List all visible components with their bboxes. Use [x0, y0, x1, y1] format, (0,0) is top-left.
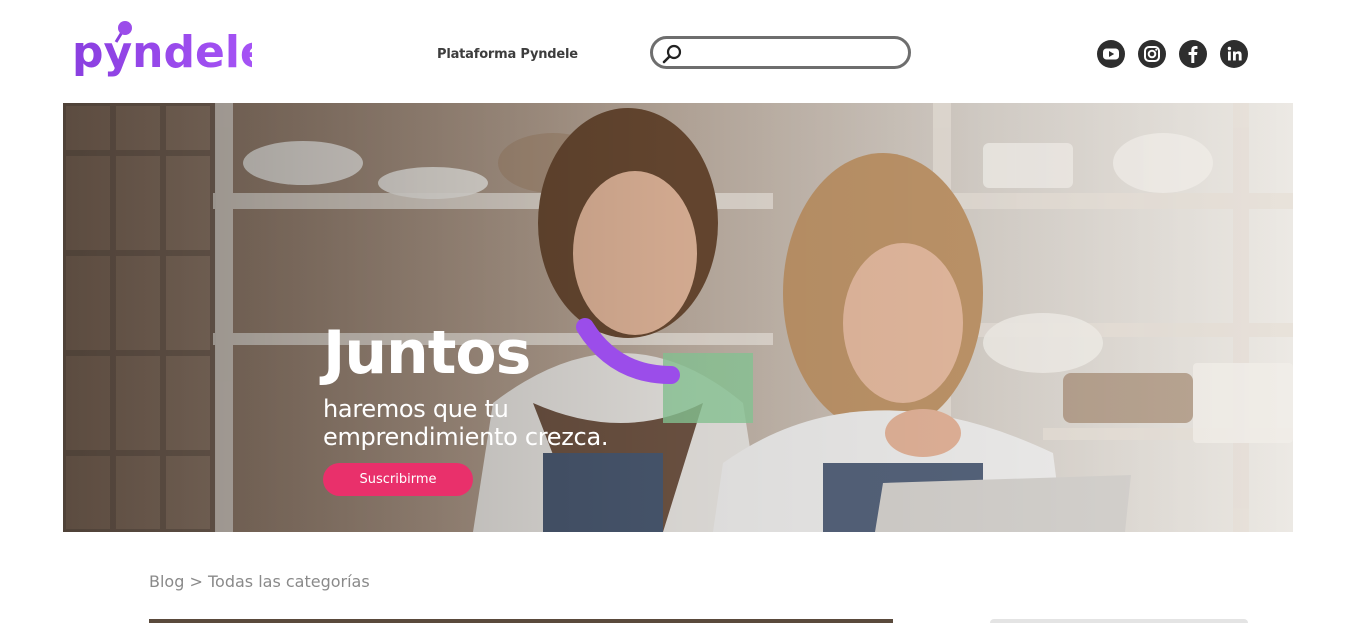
hero-subtitle-line-2: emprendimiento crezca. — [323, 423, 609, 451]
search-icon[interactable] — [661, 43, 683, 65]
hero-subtitle-line-1: haremos que tu — [323, 395, 509, 423]
search-box[interactable] — [650, 36, 911, 69]
breadcrumb: Blog > Todas las categorías — [149, 572, 370, 591]
site-header: pyndele Plataforma Pyndele — [0, 0, 1347, 103]
breadcrumb-blog-link[interactable]: Blog — [149, 572, 184, 591]
accent-swoosh — [576, 318, 680, 384]
youtube-icon — [1103, 48, 1119, 60]
breadcrumb-separator: > — [189, 572, 208, 591]
nav-plataforma-pyndele[interactable]: Plataforma Pyndele — [437, 47, 578, 62]
youtube-link[interactable] — [1097, 40, 1125, 68]
instagram-icon — [1144, 46, 1160, 62]
linkedin-icon — [1227, 46, 1242, 61]
breadcrumb-current: Todas las categorías — [207, 572, 370, 591]
subscribe-button[interactable]: Suscribirme — [323, 463, 473, 496]
hero-banner: Juntos haremos que tu emprendimiento cre… — [63, 103, 1293, 532]
pyndele-logo[interactable]: pyndele — [72, 20, 252, 82]
sidebar-card — [990, 619, 1248, 623]
hero-subtitle: haremos que tu emprendimiento crezca. — [323, 395, 703, 451]
linkedin-link[interactable] — [1220, 40, 1248, 68]
logo-wordmark: pyndele — [72, 27, 252, 78]
hero-title: Juntos — [323, 318, 531, 388]
facebook-link[interactable] — [1179, 40, 1207, 68]
search-input[interactable] — [687, 41, 905, 65]
facebook-icon — [1188, 46, 1198, 63]
instagram-link[interactable] — [1138, 40, 1166, 68]
featured-post-image[interactable] — [149, 619, 893, 623]
